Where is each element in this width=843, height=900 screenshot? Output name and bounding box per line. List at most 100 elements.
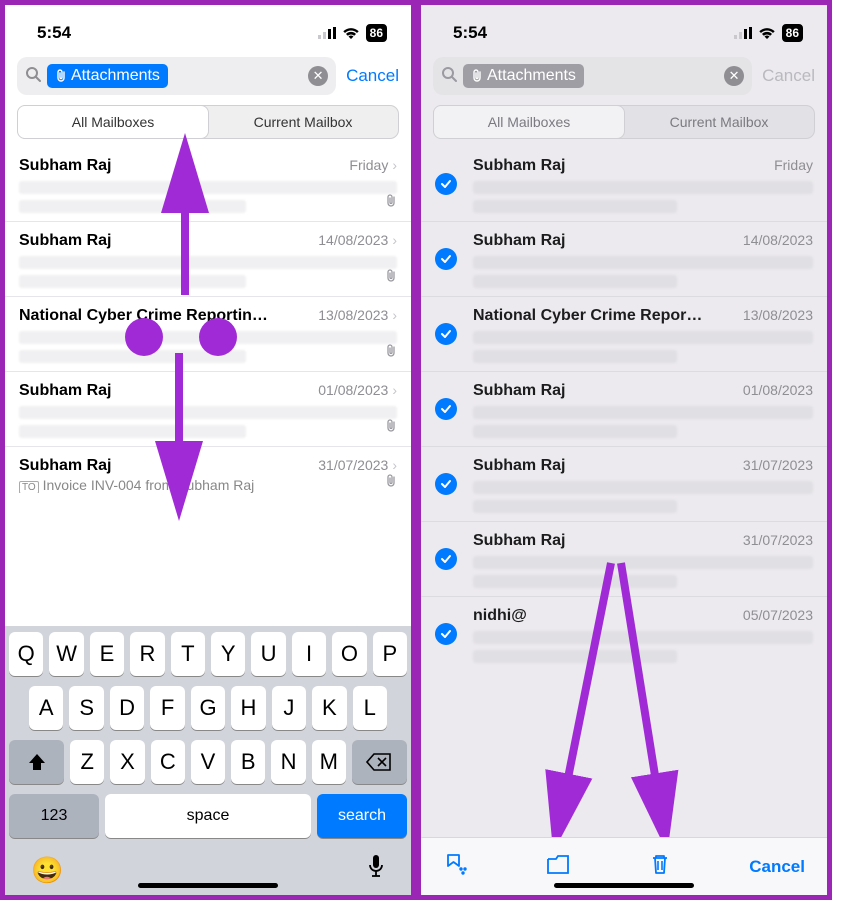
letter-key[interactable]: F (150, 686, 184, 730)
mail-row[interactable]: Subham Raj Friday (421, 147, 827, 221)
search-results-list[interactable]: Subham Raj Friday Subham Raj 14/08/2023 … (421, 147, 827, 837)
home-indicator[interactable] (554, 883, 694, 888)
search-icon (25, 66, 41, 87)
date-label: 14/08/2023 (743, 232, 813, 248)
selection-checkmark[interactable] (435, 473, 457, 495)
letter-key[interactable]: G (191, 686, 225, 730)
search-token-attachments[interactable]: Attachments (463, 64, 584, 88)
search-token-attachments[interactable]: Attachments (47, 64, 168, 88)
letter-key[interactable]: B (231, 740, 265, 784)
mail-row[interactable]: Subham Raj 31/07/2023 (421, 446, 827, 521)
letter-key[interactable]: M (312, 740, 346, 784)
preview-text: TO Invoice INV-004 from Subham Raj (19, 477, 397, 493)
mark-button[interactable] (443, 851, 469, 882)
letter-key[interactable]: E (90, 632, 124, 676)
selection-checkmark[interactable] (435, 323, 457, 345)
clear-search-icon[interactable]: ✕ (724, 66, 744, 86)
letter-key[interactable]: Z (70, 740, 104, 784)
letter-key[interactable]: R (130, 632, 164, 676)
letter-key[interactable]: N (271, 740, 305, 784)
chevron-right-icon: › (392, 232, 397, 248)
cancel-edit-button[interactable]: Cancel (749, 857, 805, 877)
letter-key[interactable]: D (110, 686, 144, 730)
selection-checkmark[interactable] (435, 548, 457, 570)
selection-checkmark[interactable] (435, 248, 457, 270)
selection-checkmark[interactable] (435, 173, 457, 195)
cellular-icon (318, 27, 336, 39)
date-label: 01/08/2023 (743, 382, 813, 398)
sender-name: Subham Raj (19, 232, 111, 250)
sender-name: Subham Raj (473, 157, 565, 175)
mail-row[interactable]: Subham Raj 31/07/2023 › TO Invoice INV-0… (5, 446, 411, 501)
letter-key[interactable]: Y (211, 632, 245, 676)
shift-key[interactable] (9, 740, 64, 784)
letter-key[interactable]: K (312, 686, 346, 730)
mail-row[interactable]: National Cyber Crime Reportin… 13/08/202… (5, 296, 411, 371)
mail-row[interactable]: Subham Raj 01/08/2023 › (5, 371, 411, 446)
selection-checkmark[interactable] (435, 623, 457, 645)
paperclip-icon (471, 69, 483, 83)
attachment-icon (385, 474, 397, 491)
status-bar: 5:54 86 (421, 5, 827, 53)
sender-name: National Cyber Crime Reportin… (19, 307, 268, 325)
letter-key[interactable]: T (171, 632, 205, 676)
sender-name: National Cyber Crime Repor… (473, 307, 702, 325)
mail-row[interactable]: National Cyber Crime Repor… 13/08/2023 (421, 296, 827, 371)
space-key[interactable]: space (105, 794, 311, 838)
scope-segmented-control[interactable]: All Mailboxes Current Mailbox (17, 105, 399, 139)
chevron-right-icon: › (392, 157, 397, 173)
letter-key[interactable]: I (292, 632, 326, 676)
mail-row[interactable]: nidhi@ 05/07/2023 (421, 596, 827, 671)
letter-key[interactable]: Q (9, 632, 43, 676)
letter-key[interactable]: S (69, 686, 103, 730)
letter-key[interactable]: V (191, 740, 225, 784)
date-label: 31/07/2023 › (318, 457, 397, 473)
trash-button[interactable] (647, 851, 673, 882)
date-label: Friday › (349, 157, 397, 173)
mail-row[interactable]: Subham Raj Friday › (5, 147, 411, 221)
backspace-key[interactable] (352, 740, 407, 784)
attachment-icon (385, 419, 397, 436)
search-results-list[interactable]: Subham Raj Friday › Subham Raj 14/08/202… (5, 147, 411, 626)
onscreen-keyboard[interactable]: QWERTYUIOP ASDFGHJKL ZXCVBNM 123 space s… (5, 626, 411, 895)
search-input[interactable]: Attachments ✕ (17, 57, 336, 95)
search-input[interactable]: Attachments ✕ (433, 57, 752, 95)
search-key[interactable]: search (317, 794, 407, 838)
letter-key[interactable]: W (49, 632, 83, 676)
sender-name: Subham Raj (473, 382, 565, 400)
letter-key[interactable]: P (373, 632, 407, 676)
sender-name: Subham Raj (473, 232, 565, 250)
letter-key[interactable]: X (110, 740, 144, 784)
move-button[interactable] (545, 851, 571, 882)
scope-current-mailbox[interactable]: Current Mailbox (208, 106, 398, 138)
mail-row[interactable]: Subham Raj 14/08/2023 (421, 221, 827, 296)
date-label: 13/08/2023 (743, 307, 813, 323)
letter-key[interactable]: C (151, 740, 185, 784)
cancel-search-button[interactable]: Cancel (346, 66, 399, 86)
home-indicator[interactable] (138, 883, 278, 888)
emoji-key[interactable]: 😀 (31, 855, 63, 886)
scope-all-mailboxes[interactable]: All Mailboxes (17, 105, 209, 139)
letter-key[interactable]: U (251, 632, 285, 676)
letter-key[interactable]: A (29, 686, 63, 730)
mail-row[interactable]: Subham Raj 31/07/2023 (421, 521, 827, 596)
dictation-key[interactable] (367, 854, 385, 887)
status-bar: 5:54 86 (5, 5, 411, 53)
sender-name: Subham Raj (19, 457, 111, 475)
paperclip-icon (55, 69, 67, 83)
sender-name: Subham Raj (473, 532, 565, 550)
date-label: Friday (774, 157, 813, 173)
mail-row[interactable]: Subham Raj 01/08/2023 (421, 371, 827, 446)
status-indicators: 86 (318, 24, 387, 42)
selection-checkmark[interactable] (435, 398, 457, 420)
letter-key[interactable]: H (231, 686, 265, 730)
clear-search-icon[interactable]: ✕ (308, 66, 328, 86)
letter-key[interactable]: J (272, 686, 306, 730)
mail-row[interactable]: Subham Raj 14/08/2023 › (5, 221, 411, 296)
sender-name: Subham Raj (473, 457, 565, 475)
letter-key[interactable]: O (332, 632, 366, 676)
date-label: 13/08/2023 › (318, 307, 397, 323)
letter-key[interactable]: L (353, 686, 387, 730)
search-bar: Attachments ✕ Cancel (421, 53, 827, 103)
numbers-key[interactable]: 123 (9, 794, 99, 838)
